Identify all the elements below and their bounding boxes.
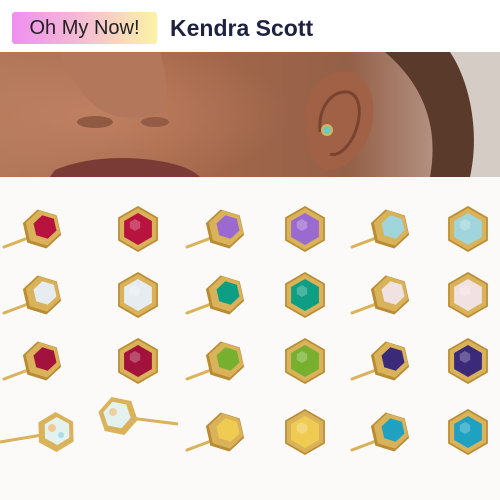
earring-green-onyx-side[interactable] — [185, 275, 245, 315]
opal-fire — [58, 432, 64, 438]
earring-amethyst-side[interactable] — [185, 209, 245, 249]
model-ear-photo-graphic — [0, 52, 500, 177]
earring-opal-pair[interactable] — [0, 397, 179, 452]
earring-rose-quartz-side[interactable] — [350, 275, 410, 315]
header: Oh My Now! Kendra Scott — [0, 0, 500, 52]
earring-aquamarine-front[interactable] — [448, 206, 488, 252]
earring-rose-quartz-front[interactable] — [448, 272, 488, 318]
earring-grid-graphic — [0, 206, 488, 455]
earring-citrine-front[interactable] — [285, 409, 325, 455]
earring-turquoise-side[interactable] — [350, 412, 410, 452]
earring-amethyst-front[interactable] — [285, 206, 325, 252]
opal-fire — [109, 408, 117, 416]
earring-peridot-front[interactable] — [285, 338, 325, 384]
channel-badge[interactable]: Oh My Now! — [12, 12, 157, 44]
earring-aquamarine-side[interactable] — [350, 209, 410, 249]
earring-moonstone-side[interactable] — [2, 275, 62, 315]
model-ear-photo — [0, 52, 500, 177]
opal-fire — [48, 424, 56, 432]
earring-citrine-side[interactable] — [185, 412, 245, 452]
earring-garnet-side[interactable] — [2, 341, 62, 381]
earring-moonstone-front[interactable] — [118, 272, 158, 318]
earring-grid — [0, 177, 500, 500]
earring-garnet-front[interactable] — [118, 338, 158, 384]
earring-peridot-side[interactable] — [185, 341, 245, 381]
earring-ruby-front[interactable] — [118, 206, 158, 252]
earring-iolite-front[interactable] — [448, 338, 488, 384]
earring-ruby-side[interactable] — [2, 209, 62, 249]
earring-iolite-side[interactable] — [350, 341, 410, 381]
earring-green-onyx-front[interactable] — [285, 272, 325, 318]
earring-turquoise-front[interactable] — [448, 409, 488, 455]
brand-title: Kendra Scott — [170, 15, 314, 41]
